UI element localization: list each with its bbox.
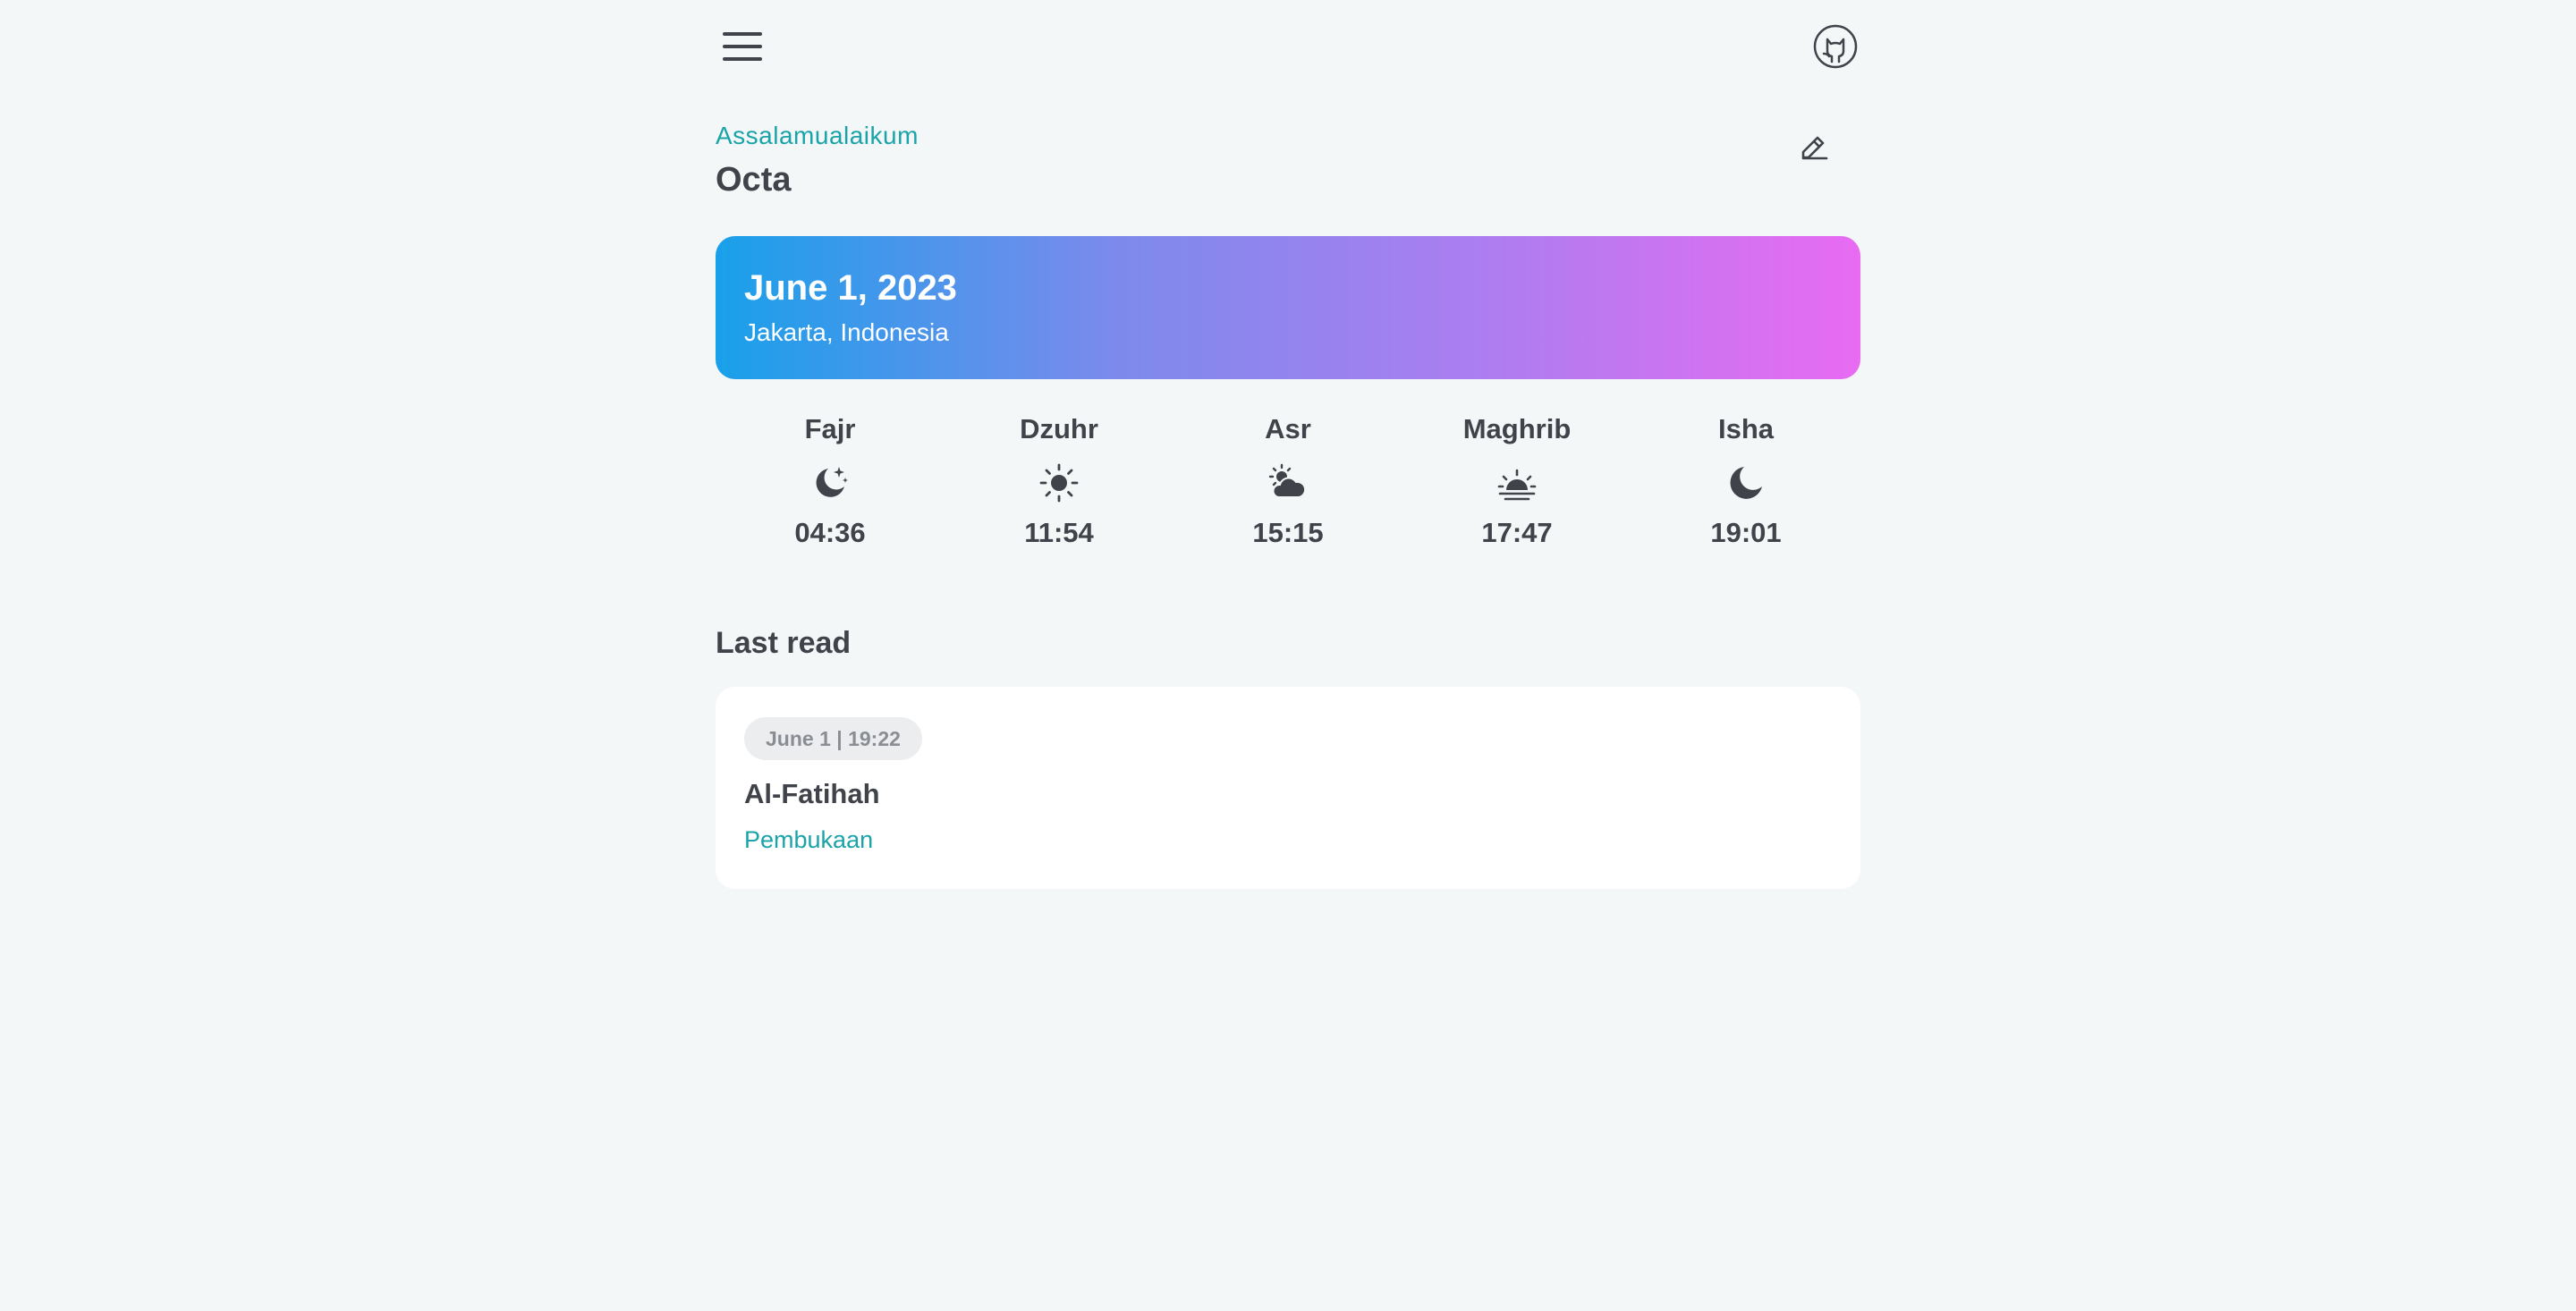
- last-read-timestamp-badge: June 1 | 19:22: [744, 717, 922, 760]
- sunset-icon: [1402, 454, 1631, 512]
- prayer-name: Asr: [1265, 413, 1311, 444]
- github-link-button[interactable]: [1810, 21, 1860, 72]
- prayer-time: 11:54: [1024, 517, 1094, 548]
- app-page: Assalamualaikum Octa June 1, 2023 Jakart…: [716, 0, 1860, 1311]
- github-icon: [1813, 24, 1858, 69]
- cloud-sun-icon: [1174, 454, 1402, 512]
- prayer-maghrib: Maghrib 17:47: [1402, 408, 1631, 569]
- current-location: Jakarta, Indonesia: [744, 318, 949, 346]
- prayer-time: 19:01: [1710, 517, 1782, 548]
- last-read-heading: Last read: [716, 626, 852, 660]
- last-read-card[interactable]: June 1 | 19:22 Al-Fatihah Pembukaan: [716, 687, 1860, 889]
- pencil-edit-icon: [1801, 136, 1828, 160]
- edit-name-button[interactable]: [1792, 125, 1835, 168]
- prayer-asr: Asr 15:15: [1174, 408, 1402, 569]
- prayer-dzuhr: Dzuhr 11:54: [945, 408, 1174, 569]
- hamburger-menu-icon: [723, 32, 762, 61]
- date-location-card: June 1, 2023 Jakarta, Indonesia: [716, 236, 1860, 379]
- moon-icon: [1631, 454, 1860, 512]
- prayer-name: Isha: [1717, 413, 1775, 444]
- prayer-time: 17:47: [1481, 517, 1553, 548]
- prayer-isha: Isha 19:01: [1631, 408, 1860, 569]
- prayer-name: Dzuhr: [1020, 413, 1098, 444]
- prayer-fajr: Fajr 04:36: [716, 408, 945, 569]
- prayer-name: Fajr: [804, 413, 856, 444]
- prayer-time: 15:15: [1252, 517, 1324, 548]
- sun-icon: [945, 454, 1174, 512]
- prayer-time: 04:36: [794, 517, 866, 548]
- greeting-text: Assalamualaikum: [716, 122, 919, 149]
- surah-name: Al-Fatihah: [744, 778, 880, 809]
- user-name: Octa: [716, 161, 792, 199]
- prayer-name: Maghrib: [1462, 413, 1572, 444]
- current-date: June 1, 2023: [744, 268, 957, 308]
- moon-stars-icon: [716, 454, 945, 512]
- top-bar: [716, 0, 1860, 93]
- prayer-times: Fajr 04:36 Dzuhr 11:54 Asr 15:15 Maghrib…: [716, 408, 1860, 569]
- surah-meaning: Pembukaan: [744, 826, 874, 853]
- menu-button[interactable]: [716, 21, 769, 72]
